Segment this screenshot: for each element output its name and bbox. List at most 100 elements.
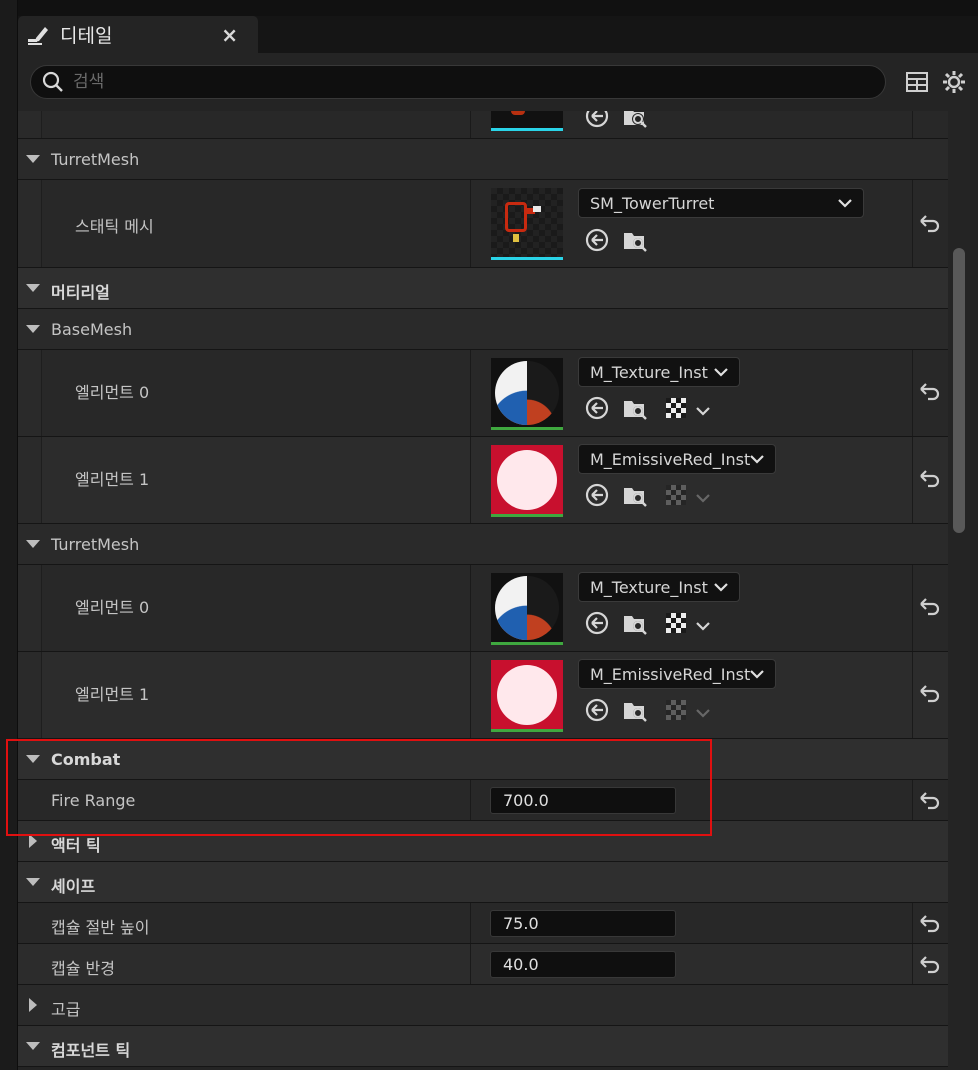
use-selected-icon[interactable] [584,697,610,723]
browse-asset-icon[interactable] [622,395,648,421]
details-pencil-icon [26,23,50,47]
material-thumbnail[interactable] [491,445,563,517]
browse-asset-icon[interactable] [622,482,648,508]
browse-asset-icon[interactable] [622,227,648,253]
checker-texture-icon[interactable] [664,611,688,635]
base-mesh-element-1-row: 엘리먼트 1 M_EmissiveRed_Inst [18,437,948,524]
actor-tick-category[interactable]: 액터 틱 [18,821,948,862]
group-label: TurretMesh [51,535,140,554]
chevron-down-icon [714,583,728,592]
base-mesh-group[interactable]: BaseMesh [18,309,948,350]
category-label: TurretMesh [51,150,140,169]
reset-to-default-icon[interactable] [916,379,942,405]
use-selected-icon[interactable] [584,395,610,421]
chevron-down-icon [750,670,764,679]
collapse-arrow-icon[interactable] [26,1042,40,1050]
close-tab-button[interactable]: × [221,23,238,47]
property-row-clipped [18,111,948,139]
material-thumbnail[interactable] [491,358,563,430]
gear-icon[interactable] [940,68,968,96]
static-mesh-dropdown[interactable]: SM_TowerTurret [578,188,864,218]
capsule-radius-row: 캡슐 반경 40.0 [18,944,948,985]
expand-arrow-icon[interactable] [29,834,37,848]
turret-mesh-category[interactable]: TurretMesh [18,139,948,180]
category-label: Combat [51,750,121,769]
property-matrix-icon[interactable] [904,69,930,95]
capsule-radius-input[interactable]: 40.0 [490,951,676,978]
browse-asset-icon[interactable] [622,111,648,129]
collapse-arrow-icon[interactable] [26,155,40,163]
chevron-down-icon [714,368,728,377]
advanced-group[interactable]: 고급 [18,985,948,1026]
group-label: 고급 [51,1000,81,1019]
search-box[interactable] [30,65,886,99]
material-dropdown[interactable]: M_EmissiveRed_Inst [578,659,776,689]
material-thumbnail[interactable] [491,573,563,645]
material-thumbnail[interactable] [491,660,563,732]
category-label: 셰이프 [51,877,96,896]
collapse-arrow-icon[interactable] [26,325,40,333]
collapse-arrow-icon[interactable] [26,755,40,763]
reset-to-default-icon[interactable] [916,788,942,814]
checker-texture-icon [666,700,686,720]
details-tab[interactable]: 디테일 × [18,16,258,53]
static-mesh-value: SM_TowerTurret [590,193,715,213]
shape-category[interactable]: 셰이프 [18,862,948,903]
use-selected-icon[interactable] [584,610,610,636]
fire-range-label: Fire Range [51,791,136,810]
use-selected-icon[interactable] [584,111,610,129]
chevron-down-icon [750,455,764,464]
checker-texture-icon [666,485,686,505]
element-label: 엘리먼트 0 [75,598,150,617]
combat-category[interactable]: Combat [18,739,948,780]
chevron-down-icon[interactable] [695,403,711,419]
base-mesh-element-0-row: 엘리먼트 0 M_Texture_Inst [18,350,948,437]
chevron-down-icon [838,199,852,208]
materials-category[interactable]: 머티리얼 [18,268,948,309]
static-mesh-row: 스태틱 메시 SM_TowerTurret [18,180,948,268]
top-bar [0,0,978,16]
details-content: TurretMesh 스태틱 메시 SM_TowerTurret 머티리얼 Ba… [18,111,948,1070]
reset-to-default-icon[interactable] [916,466,942,492]
collapse-arrow-icon[interactable] [26,540,40,548]
element-label: 엘리먼트 0 [75,383,150,402]
capsule-half-height-input[interactable]: 75.0 [490,910,676,937]
material-value: M_EmissiveRed_Inst [590,664,751,684]
material-value: M_EmissiveRed_Inst [590,449,751,469]
capsule-half-height-label: 캡슐 절반 높이 [51,918,150,937]
material-dropdown[interactable]: M_Texture_Inst [578,572,740,602]
material-value: M_Texture_Inst [590,362,708,382]
asset-thumbnail[interactable] [491,111,563,131]
reset-to-default-icon[interactable] [916,952,942,978]
scrollbar-thumb[interactable] [953,248,965,533]
material-dropdown[interactable]: M_EmissiveRed_Inst [578,444,776,474]
turret-mesh-group[interactable]: TurretMesh [18,524,948,565]
collapse-arrow-icon[interactable] [26,284,40,292]
static-mesh-thumbnail[interactable] [491,188,563,260]
reset-to-default-icon[interactable] [916,594,942,620]
details-panel: TurretMesh 스태틱 메시 SM_TowerTurret [18,53,978,1070]
browse-asset-icon[interactable] [622,610,648,636]
turret-mesh-element-0-row: 엘리먼트 0 M_Texture_Inst [18,565,948,652]
reset-to-default-icon[interactable] [916,681,942,707]
group-label: BaseMesh [51,320,133,339]
search-input[interactable] [73,72,833,92]
expand-arrow-icon[interactable] [29,998,37,1012]
chevron-down-icon[interactable] [695,618,711,634]
use-selected-icon[interactable] [584,482,610,508]
component-tick-category[interactable]: 컴포넌트 틱 [18,1026,948,1067]
use-selected-icon[interactable] [584,227,610,253]
category-label: 액터 틱 [51,836,101,855]
fire-range-input[interactable]: 700.0 [490,787,676,814]
category-label: 머티리얼 [51,283,110,302]
material-dropdown[interactable]: M_Texture_Inst [578,357,740,387]
element-label: 엘리먼트 1 [75,685,150,704]
browse-asset-icon[interactable] [622,697,648,723]
category-label: 컴포넌트 틱 [51,1041,131,1060]
collapse-arrow-icon[interactable] [26,878,40,886]
reset-to-default-icon[interactable] [916,211,942,237]
search-icon [42,71,63,92]
checker-texture-icon[interactable] [664,396,688,420]
reset-to-default-icon[interactable] [916,911,942,937]
fire-range-row: Fire Range 700.0 [18,780,948,821]
